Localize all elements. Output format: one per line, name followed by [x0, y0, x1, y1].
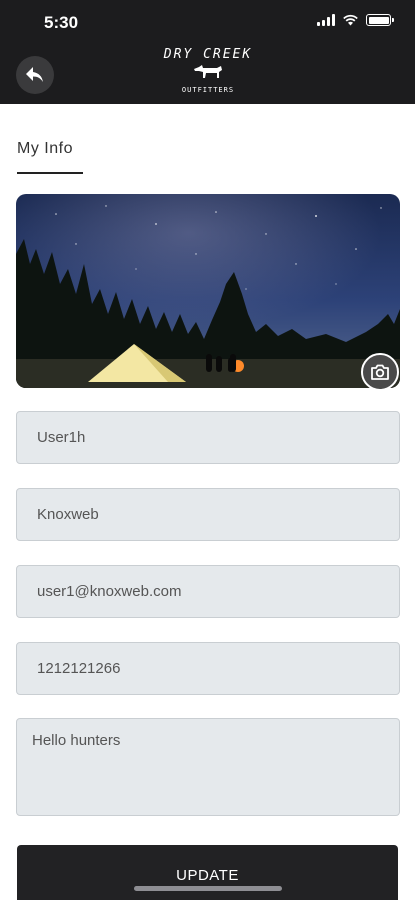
logo-bottom-text: OUTFITTERS	[181, 86, 235, 94]
cover-photo	[16, 194, 400, 388]
brand-logo: DRY CREEK OUTFITTERS	[150, 48, 266, 98]
update-button[interactable]: UPDATE	[17, 845, 398, 900]
signal-icon	[317, 14, 335, 26]
company-input[interactable]	[16, 488, 400, 541]
back-button[interactable]	[16, 56, 54, 94]
phone-input[interactable]	[16, 642, 400, 695]
camping-night-image	[16, 194, 400, 388]
wifi-icon	[343, 14, 358, 26]
home-indicator	[134, 886, 282, 891]
title-underline	[17, 172, 83, 174]
battery-icon	[366, 14, 394, 26]
back-arrow-icon	[26, 67, 43, 82]
email-input[interactable]	[16, 565, 400, 618]
page-title: My Info	[17, 140, 73, 157]
name-input[interactable]	[16, 411, 400, 464]
dog-logo-icon	[194, 65, 222, 78]
status-time: 5:30	[44, 13, 79, 32]
app-header: 5:30 DRY CREEK OUTFITTERS	[0, 0, 415, 104]
camera-icon	[371, 364, 389, 380]
bio-textarea[interactable]: Hello hunters	[16, 718, 400, 816]
logo-top-text: DRY CREEK	[163, 47, 253, 62]
change-photo-button[interactable]	[361, 353, 399, 391]
status-icons	[317, 14, 394, 26]
